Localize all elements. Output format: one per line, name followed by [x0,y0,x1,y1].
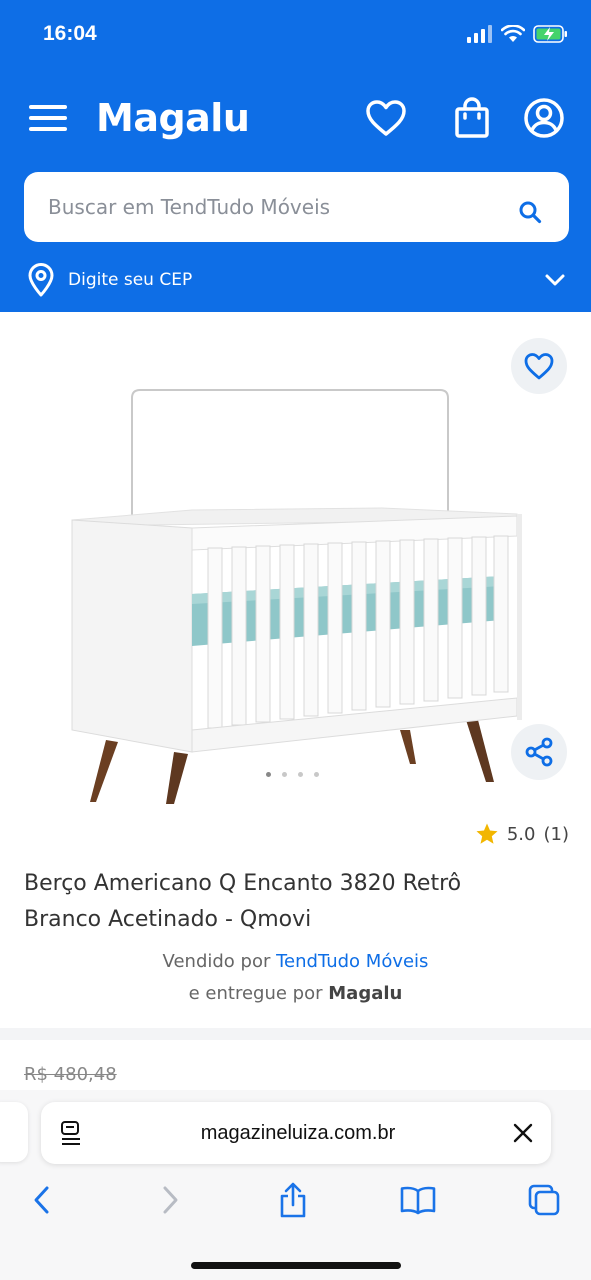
page-menu-icon[interactable] [59,1120,83,1146]
carousel-dot[interactable] [314,772,319,777]
cep-selector[interactable]: Digite seu CEP [26,262,566,298]
search-icon[interactable] [515,197,545,227]
bookmarks-button[interactable] [396,1178,440,1222]
cep-label: Digite seu CEP [68,270,193,290]
share-page-button[interactable] [271,1178,315,1222]
image-carousel-dots[interactable] [266,772,319,777]
shopping-bag-icon[interactable] [450,96,494,140]
user-account-icon[interactable] [522,96,566,140]
tabs-icon [528,1184,560,1216]
app-header: 16:04 Magalu Buscar em TendTudo Móveis D… [0,0,591,312]
star-icon [476,823,498,844]
search-input[interactable]: Buscar em TendTudo Móveis [24,172,569,242]
share-icon [525,737,553,767]
product-image-crib[interactable] [62,380,522,810]
status-icons [467,24,569,44]
hamburger-menu-icon[interactable] [28,104,70,132]
address-bar[interactable]: magazineluiza.com.br [41,1102,551,1164]
cellular-signal-icon [467,25,492,43]
carousel-dot[interactable] [282,772,287,777]
favorites-heart-icon[interactable] [364,96,408,140]
product-title: Berço Americano Q Encanto 3820 Retrô Bra… [24,866,569,938]
product-rating[interactable]: 5.0 (1) [475,822,569,846]
url-text: magazineluiza.com.br [200,1121,396,1144]
browser-nav-toolbar [0,1178,591,1222]
section-divider [0,1028,591,1040]
share-upload-icon [280,1182,306,1218]
carousel-dot[interactable] [298,772,303,777]
chevron-left-icon [34,1186,49,1214]
rating-count: (1) [543,823,570,845]
search-placeholder: Buscar em TendTudo Móveis [48,195,331,219]
carousel-dot[interactable] [266,772,271,777]
location-pin-icon [28,263,54,297]
old-price: R$ 480,48 [24,1064,117,1085]
back-button[interactable] [20,1178,64,1222]
home-indicator[interactable] [191,1262,401,1269]
product-title-line: Berço Americano Q Encanto 3820 Retrô [24,871,462,896]
magalu-logo[interactable]: Magalu [96,96,250,140]
seller-link[interactable]: TendTudo Móveis [276,951,428,972]
status-time: 16:04 [43,22,97,45]
chevron-right-icon [163,1186,178,1214]
close-icon[interactable] [513,1123,533,1143]
tabs-button[interactable] [522,1178,566,1222]
add-to-favorites-button[interactable] [511,338,567,394]
chevron-down-icon[interactable] [544,273,566,287]
sold-by-label: Vendido por [162,951,271,972]
forward-button[interactable] [148,1178,192,1222]
heart-icon [524,353,554,380]
book-icon [400,1186,436,1215]
rating-value: 5.0 [506,823,536,845]
seller-info: Vendido por TendTudo Móveis e entregue p… [0,946,591,1010]
delivered-by-label: e entregue por [188,983,323,1004]
delivery-name: Magalu [328,983,403,1004]
battery-charging-icon [533,25,567,43]
wifi-icon [501,25,525,42]
product-title-line: Branco Acetinado - Qmovi [24,907,312,932]
previous-tab-preview[interactable] [0,1102,28,1162]
share-button[interactable] [511,724,567,780]
